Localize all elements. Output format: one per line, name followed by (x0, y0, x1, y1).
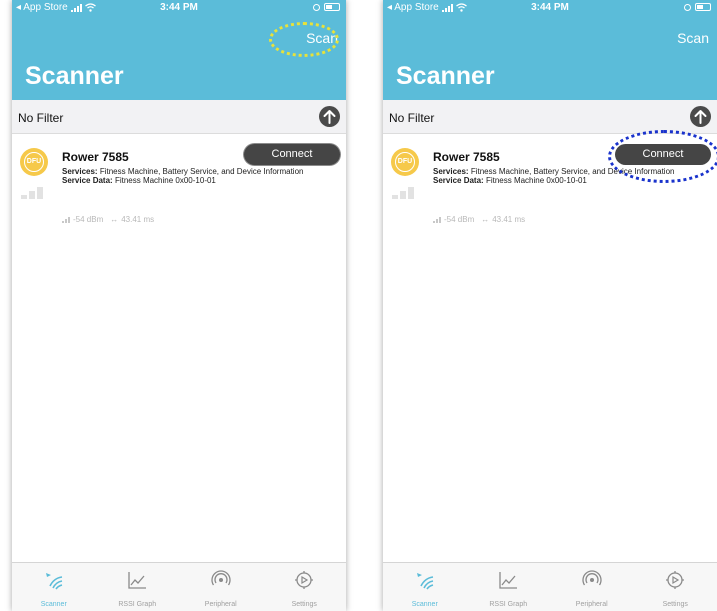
dfu-icon: DFU (391, 148, 419, 176)
device-list-item[interactable]: DFU Rower 7585 Services: Fitness Machine… (12, 135, 346, 235)
service-data-value: Fitness Machine 0x00-10-01 (114, 176, 216, 185)
settings-icon (666, 571, 685, 589)
battery-icon (695, 3, 711, 11)
app-header: ◂ App Store 3:44 PM Scan Scanner (12, 0, 346, 100)
status-bar: ◂ App Store 3:44 PM (383, 0, 717, 16)
peripheral-icon (582, 570, 602, 586)
interval-value: 43.41 ms (121, 215, 155, 224)
device-info: Services: Fitness Machine, Battery Servi… (62, 167, 320, 185)
tab-label: Settings (291, 601, 317, 608)
phone-screen-right: ◂ App Store 3:44 PM Scan Scanner No Filt… (383, 0, 717, 611)
tab-settings[interactable]: Settings (634, 563, 717, 611)
service-data-label: Service Data: (433, 176, 484, 185)
tab-label: Scanner (411, 601, 438, 608)
rssi-value: -54 dBm (444, 215, 475, 224)
page-title: Scanner (396, 62, 495, 90)
tab-bar: Scanner RSSI Graph Peripheral Settings (12, 562, 346, 611)
settings-icon (295, 571, 314, 589)
interval-value: 43.41 ms (492, 215, 526, 224)
scan-button[interactable]: Scan (306, 30, 338, 46)
tab-peripheral[interactable]: Peripheral (179, 563, 263, 611)
rssi-graph-icon (499, 572, 518, 589)
arrow-up-icon (323, 110, 336, 124)
device-stats: -54 dBm ↔ 43.41 ms (433, 215, 525, 224)
connect-button[interactable]: Connect (615, 144, 711, 165)
signal-strength-icon (392, 187, 414, 199)
rssi-value: -54 dBm (73, 215, 104, 224)
filter-label: No Filter (18, 111, 64, 125)
tab-label: Peripheral (204, 601, 237, 608)
tab-rssi-graph[interactable]: RSSI Graph (467, 563, 551, 611)
filter-bar[interactable]: No Filter (12, 100, 346, 134)
status-bar: ◂ App Store 3:44 PM (12, 0, 346, 16)
peripheral-icon (211, 570, 231, 586)
interval-icon: ↔ (481, 215, 490, 224)
signal-strength-icon (21, 187, 43, 199)
tab-bar: Scanner RSSI Graph Peripheral Settings (383, 562, 717, 611)
filter-bar[interactable]: No Filter (383, 100, 717, 134)
filter-toggle-button[interactable] (319, 106, 340, 127)
service-data-value: Fitness Machine 0x00-10-01 (485, 176, 587, 185)
tab-scanner[interactable]: Scanner (12, 563, 96, 611)
page-title: Scanner (25, 62, 124, 90)
rssi-icon (62, 216, 70, 223)
orientation-lock-icon (684, 3, 691, 11)
tab-label: Scanner (40, 601, 67, 608)
dfu-icon: DFU (20, 148, 48, 176)
interval-icon: ↔ (110, 215, 119, 224)
device-info: Services: Fitness Machine, Battery Servi… (433, 167, 691, 185)
scanner-icon (45, 573, 62, 590)
phone-screen-left: ◂ App Store 3:44 PM Scan Scanner No Filt… (12, 0, 346, 611)
connect-button[interactable]: Connect (244, 144, 340, 165)
tab-rssi-graph[interactable]: RSSI Graph (96, 563, 180, 611)
device-list-item[interactable]: DFU Rower 7585 Services: Fitness Machine… (383, 135, 717, 235)
tab-settings[interactable]: Settings (263, 563, 347, 611)
device-stats: -54 dBm ↔ 43.41 ms (62, 215, 154, 224)
tab-label: Settings (662, 601, 688, 608)
scanner-icon (416, 573, 433, 590)
dfu-icon-label: DFU (24, 152, 44, 172)
status-time: 3:44 PM (531, 2, 569, 13)
status-time: 3:44 PM (160, 2, 198, 13)
filter-label: No Filter (389, 111, 435, 125)
rssi-graph-icon (128, 572, 147, 589)
services-value: Fitness Machine, Battery Service, and De… (470, 167, 675, 176)
battery-icon (324, 3, 340, 11)
service-data-label: Service Data: (62, 176, 113, 185)
tab-label: Peripheral (575, 601, 608, 608)
tab-label: RSSI Graph (118, 601, 157, 608)
orientation-lock-icon (313, 3, 320, 11)
device-name: Rower 7585 (62, 150, 129, 164)
tab-peripheral[interactable]: Peripheral (550, 563, 634, 611)
rssi-icon (433, 216, 441, 223)
app-header: ◂ App Store 3:44 PM Scan Scanner (383, 0, 717, 100)
scan-button[interactable]: Scan (677, 30, 709, 46)
tab-label: RSSI Graph (489, 601, 528, 608)
services-value: Fitness Machine, Battery Service, and De… (99, 167, 304, 176)
tab-scanner[interactable]: Scanner (383, 563, 467, 611)
filter-toggle-button[interactable] (690, 106, 711, 127)
services-label: Services: (62, 167, 98, 176)
dfu-icon-label: DFU (395, 152, 415, 172)
services-label: Services: (433, 167, 469, 176)
arrow-up-icon (694, 110, 707, 124)
device-name: Rower 7585 (433, 150, 500, 164)
